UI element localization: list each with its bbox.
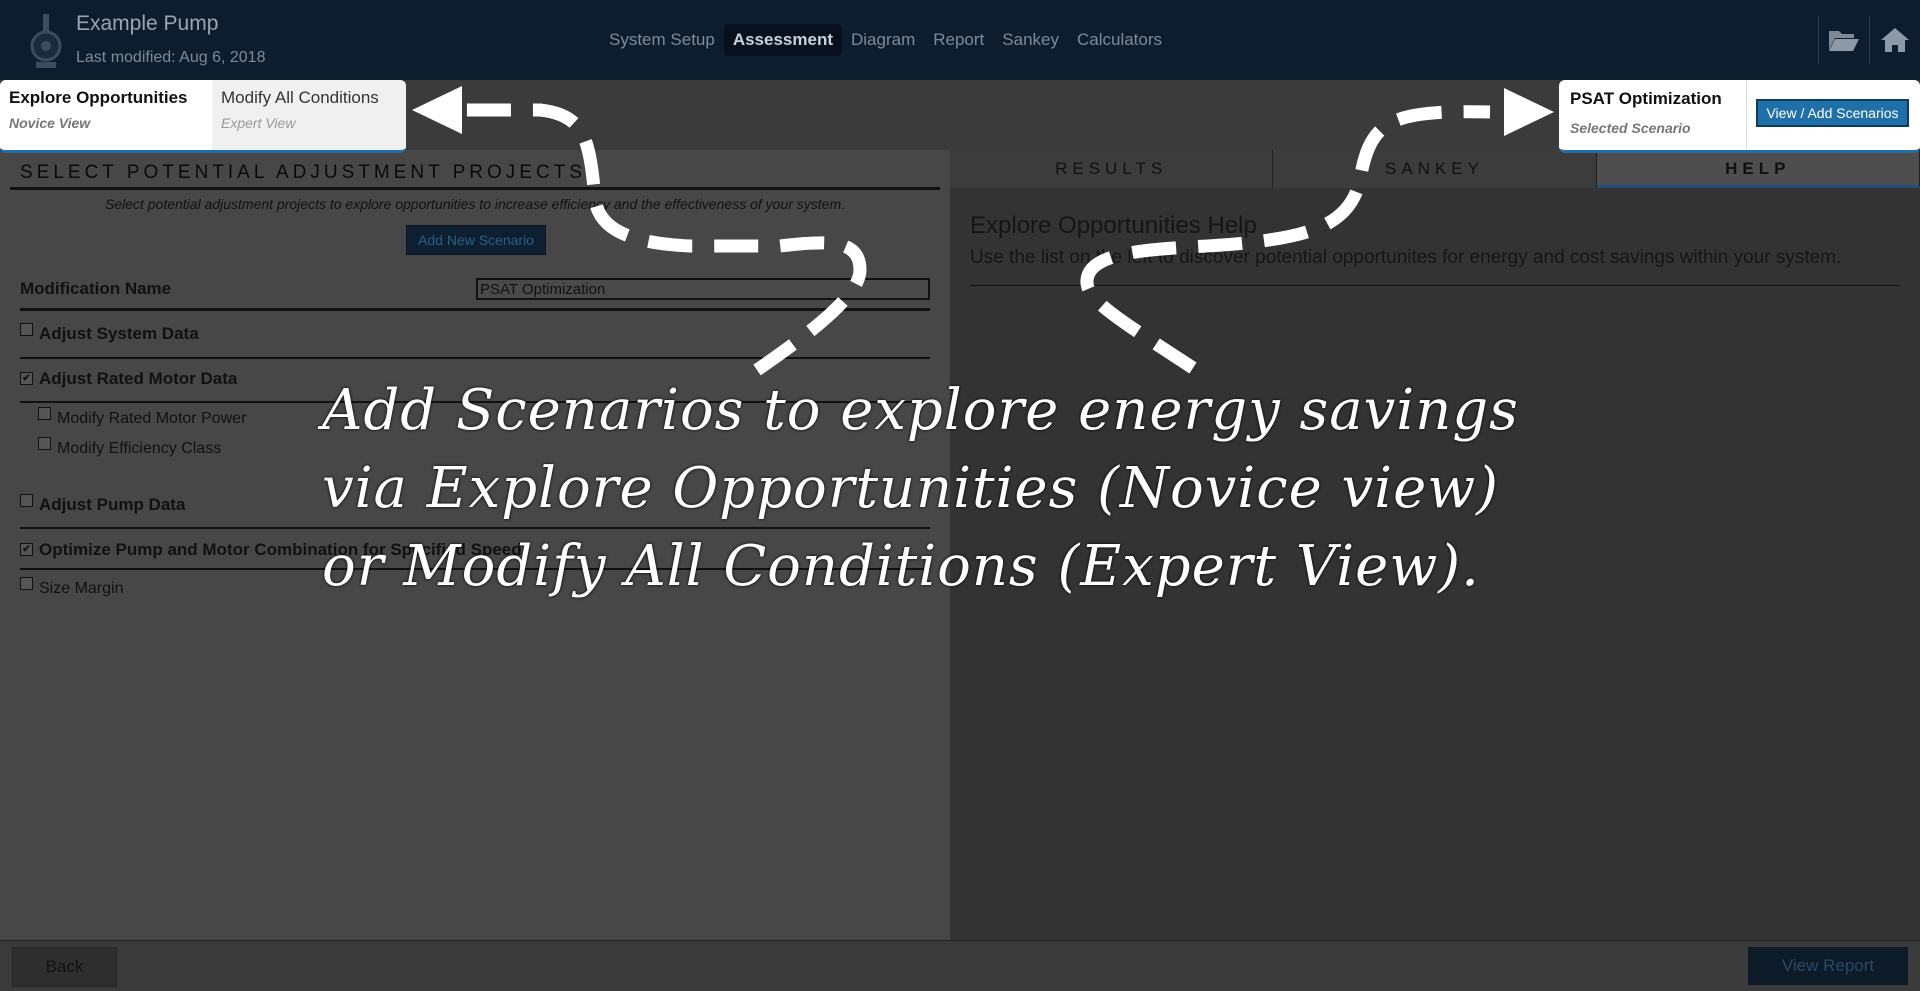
nav-calculators[interactable]: Calculators — [1068, 24, 1171, 56]
folder-open-icon — [1829, 31, 1859, 51]
help-title: Explore Opportunities Help — [970, 212, 1257, 239]
option-adjust-rated-motor-data[interactable]: ✔ Adjust Rated Motor Data — [20, 369, 237, 389]
nav-diagram[interactable]: Diagram — [842, 24, 924, 56]
open-folder-button[interactable] — [1818, 16, 1869, 64]
section-description: Select potential adjustment projects to … — [104, 196, 846, 212]
modify-all-conditions-tab[interactable]: Modify All Conditions Expert View — [212, 80, 406, 150]
home-button[interactable] — [1869, 16, 1920, 64]
checkbox[interactable] — [20, 323, 33, 336]
app-title: Example Pump — [76, 12, 219, 35]
home-icon — [1881, 28, 1909, 52]
checkbox[interactable] — [38, 407, 51, 420]
pump-logo-icon — [30, 14, 62, 68]
view-report-button[interactable]: View Report — [1748, 947, 1908, 985]
option-modify-rated-motor-power[interactable]: Modify Rated Motor Power — [38, 407, 246, 428]
selected-scenario-name: PSAT Optimization — [1570, 89, 1722, 108]
modification-name-input[interactable]: PSAT Optimization — [476, 278, 930, 300]
checkbox[interactable] — [20, 577, 33, 590]
back-button[interactable]: Back — [12, 947, 117, 987]
help-text: Use the list on the left to discover pot… — [970, 247, 1842, 268]
main-nav: System Setup Assessment Diagram Report S… — [600, 24, 1171, 56]
divider — [970, 285, 1900, 286]
checkbox[interactable] — [38, 437, 51, 450]
footer-bar: Back View Report — [0, 940, 1920, 991]
modification-name-label: Modification Name — [20, 279, 172, 298]
tab-results[interactable]: RESULTS — [950, 150, 1274, 188]
divider — [1746, 80, 1747, 150]
nav-assessment[interactable]: Assessment — [723, 24, 842, 56]
view-mode-toggle: Explore Opportunities Novice View Modify… — [0, 80, 406, 153]
last-modified: Last modified: Aug 6, 2018 — [76, 49, 266, 66]
tutorial-annotation: Add Scenarios to explore energy savings … — [322, 372, 1622, 606]
nav-sankey[interactable]: Sankey — [993, 24, 1068, 56]
checkbox-checked[interactable]: ✔ — [20, 543, 33, 556]
view-add-scenarios-button[interactable]: View / Add Scenarios — [1756, 99, 1909, 127]
tab-sankey[interactable]: SANKEY — [1273, 150, 1597, 188]
explore-opportunities-tab[interactable]: Explore Opportunities Novice View — [0, 80, 212, 150]
option-modify-efficiency-class[interactable]: Modify Efficiency Class — [38, 437, 221, 458]
selected-scenario-label: Selected Scenario — [1570, 120, 1691, 136]
annotation-line-1: Add Scenarios to explore energy savings — [322, 378, 1519, 443]
annotation-line-2: via Explore Opportunities (Novice view) — [322, 456, 1499, 521]
tab-help[interactable]: HELP — [1596, 150, 1920, 188]
option-adjust-pump-data[interactable]: Adjust Pump Data — [20, 494, 185, 515]
divider — [20, 357, 930, 359]
add-new-scenario-button[interactable]: Add New Scenario — [406, 225, 546, 255]
selected-scenario-box: PSAT Optimization Selected Scenario View… — [1559, 80, 1920, 153]
option-adjust-system-data[interactable]: Adjust System Data — [20, 323, 199, 344]
nav-system-setup[interactable]: System Setup — [600, 24, 724, 56]
modification-name-row: Modification Name PSAT Optimization — [20, 276, 930, 311]
top-bar: Example Pump Last modified: Aug 6, 2018 … — [0, 0, 1920, 81]
checkbox[interactable] — [20, 494, 33, 507]
nav-report[interactable]: Report — [924, 24, 993, 56]
section-title: SELECT POTENTIAL ADJUSTMENT PROJECTS — [10, 162, 940, 190]
results-tabs: RESULTS SANKEY HELP — [950, 150, 1920, 188]
option-size-margin[interactable]: Size Margin — [20, 577, 123, 598]
checkbox-checked[interactable]: ✔ — [20, 372, 33, 385]
annotation-line-3: or Modify All Conditions (Expert View). — [322, 534, 1480, 599]
